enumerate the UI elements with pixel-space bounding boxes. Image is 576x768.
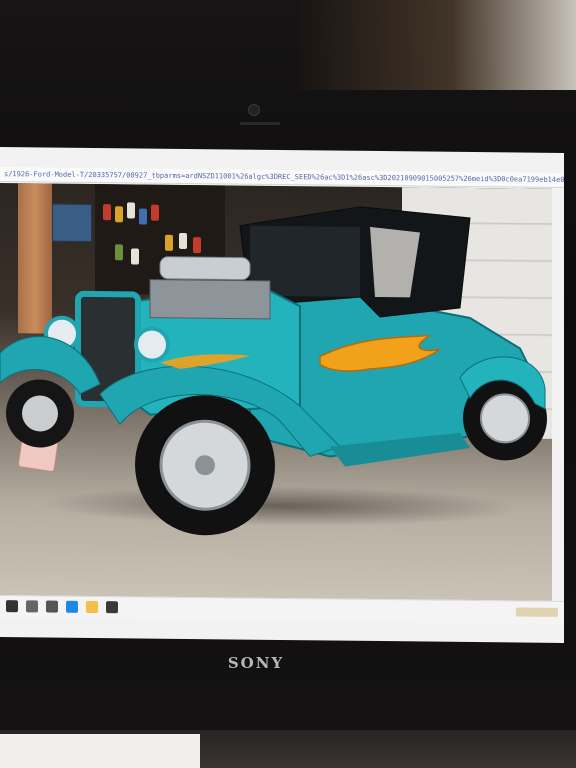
rear-wheel-rim xyxy=(480,393,530,444)
background-wall xyxy=(300,0,576,90)
engine-block xyxy=(149,279,271,320)
hot-rod-illustration xyxy=(0,206,547,536)
headlight-right xyxy=(134,326,170,363)
car-photo xyxy=(0,183,552,617)
edge-icon[interactable] xyxy=(66,600,78,613)
windows-taskbar xyxy=(0,595,564,624)
start-icon[interactable] xyxy=(6,600,18,613)
system-tray[interactable] xyxy=(516,607,558,617)
monitor-brand-logo: SONY xyxy=(227,654,285,672)
task-view-icon[interactable] xyxy=(46,600,58,613)
search-icon[interactable] xyxy=(26,600,38,613)
paper-sheet xyxy=(0,734,200,768)
webcam-icon xyxy=(248,104,260,116)
store-icon[interactable] xyxy=(106,601,118,614)
webcam-label xyxy=(240,122,280,125)
file-explorer-icon[interactable] xyxy=(86,600,98,614)
monitor-screen: s/1926-Ford-Model-T/20335757/00927_tbpar… xyxy=(0,147,564,643)
engine-blower xyxy=(159,256,251,281)
